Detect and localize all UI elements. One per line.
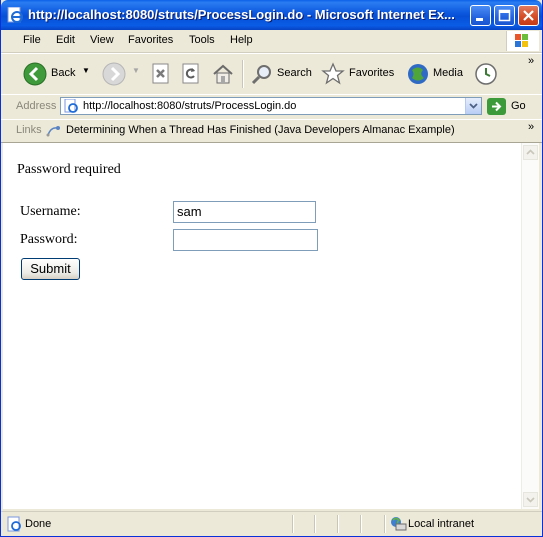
window-title: http://localhost:8080/struts/ProcessLogi… — [28, 7, 455, 22]
menu-help[interactable]: Help — [230, 34, 253, 46]
refresh-icon[interactable] — [181, 63, 201, 85]
go-arrow-icon[interactable] — [487, 98, 507, 116]
standard-toolbar: Back ▼ ▼ Search Favorites Media » — [1, 53, 542, 95]
submit-button[interactable]: Submit — [21, 258, 80, 280]
status-bar: Done Local intranet — [1, 511, 542, 536]
menu-edit[interactable]: Edit — [56, 34, 75, 46]
maximize-button[interactable] — [494, 5, 515, 26]
forward-dropdown-icon[interactable]: ▼ — [132, 66, 140, 75]
history-icon[interactable] — [474, 62, 498, 86]
links-bar: Links Determining When a Thread Has Fini… — [1, 119, 542, 143]
browser-window: http://localhost:8080/struts/ProcessLogi… — [0, 0, 543, 537]
scroll-down-button[interactable] — [523, 492, 538, 507]
status-separator — [337, 515, 339, 533]
minimize-button[interactable] — [470, 5, 491, 26]
page-content: Password required Username: sam Password… — [3, 143, 521, 509]
username-label: Username: — [20, 204, 81, 219]
scroll-up-button[interactable] — [523, 145, 538, 160]
title-bar[interactable]: http://localhost:8080/struts/ProcessLogi… — [1, 0, 542, 30]
links-more-chevron-icon[interactable]: » — [528, 121, 534, 133]
close-button[interactable] — [518, 5, 539, 26]
toolbar-more-chevron-icon[interactable]: » — [528, 55, 534, 67]
media-icon[interactable] — [406, 62, 430, 86]
chevron-down-icon — [469, 103, 478, 109]
media-button[interactable]: Media — [433, 67, 463, 79]
status-separator — [384, 515, 386, 533]
windows-logo-icon — [506, 31, 539, 51]
favorites-star-icon[interactable] — [321, 62, 345, 86]
menu-bar: File Edit View Favorites Tools Help — [1, 30, 542, 53]
ie-page-icon — [7, 7, 23, 23]
favorites-button[interactable]: Favorites — [349, 67, 394, 79]
page-ie-icon — [64, 99, 78, 113]
status-separator — [360, 515, 362, 533]
menu-tools[interactable]: Tools — [189, 34, 215, 46]
chevron-down-icon — [526, 497, 535, 503]
page-done-icon — [7, 516, 21, 532]
password-label: Password: — [20, 232, 78, 247]
search-button[interactable]: Search — [277, 67, 312, 79]
stop-icon[interactable] — [151, 63, 171, 85]
chevron-up-icon — [526, 149, 535, 155]
menu-favorites[interactable]: Favorites — [128, 34, 173, 46]
back-button[interactable]: Back — [51, 67, 75, 79]
error-message: Password required — [17, 162, 121, 177]
home-icon[interactable] — [211, 62, 235, 86]
address-dropdown-button[interactable] — [465, 98, 481, 114]
address-url: http://localhost:8080/struts/ProcessLogi… — [83, 100, 297, 112]
toolbar-separator — [242, 60, 244, 88]
password-input[interactable] — [173, 229, 318, 251]
username-input[interactable]: sam — [173, 201, 316, 223]
status-separator — [292, 515, 294, 533]
link-item[interactable]: Determining When a Thread Has Finished (… — [66, 124, 455, 136]
address-label: Address — [16, 100, 57, 112]
menu-view[interactable]: View — [90, 34, 114, 46]
menu-file[interactable]: File — [23, 34, 41, 46]
link-page-icon — [46, 126, 60, 137]
local-intranet-icon — [391, 517, 407, 531]
security-zone: Local intranet — [408, 518, 475, 530]
address-input[interactable]: http://localhost:8080/struts/ProcessLogi… — [60, 97, 482, 115]
vertical-scrollbar[interactable] — [521, 143, 539, 509]
status-separator — [314, 515, 316, 533]
status-text: Done — [25, 518, 52, 530]
address-bar: Address http://localhost:8080/struts/Pro… — [1, 94, 542, 120]
go-button[interactable]: Go — [511, 100, 526, 112]
back-arrow-icon[interactable] — [23, 62, 47, 86]
search-icon[interactable] — [250, 62, 274, 86]
back-dropdown-icon[interactable]: ▼ — [82, 66, 90, 75]
forward-arrow-icon[interactable] — [102, 62, 126, 86]
links-label: Links — [16, 124, 42, 136]
